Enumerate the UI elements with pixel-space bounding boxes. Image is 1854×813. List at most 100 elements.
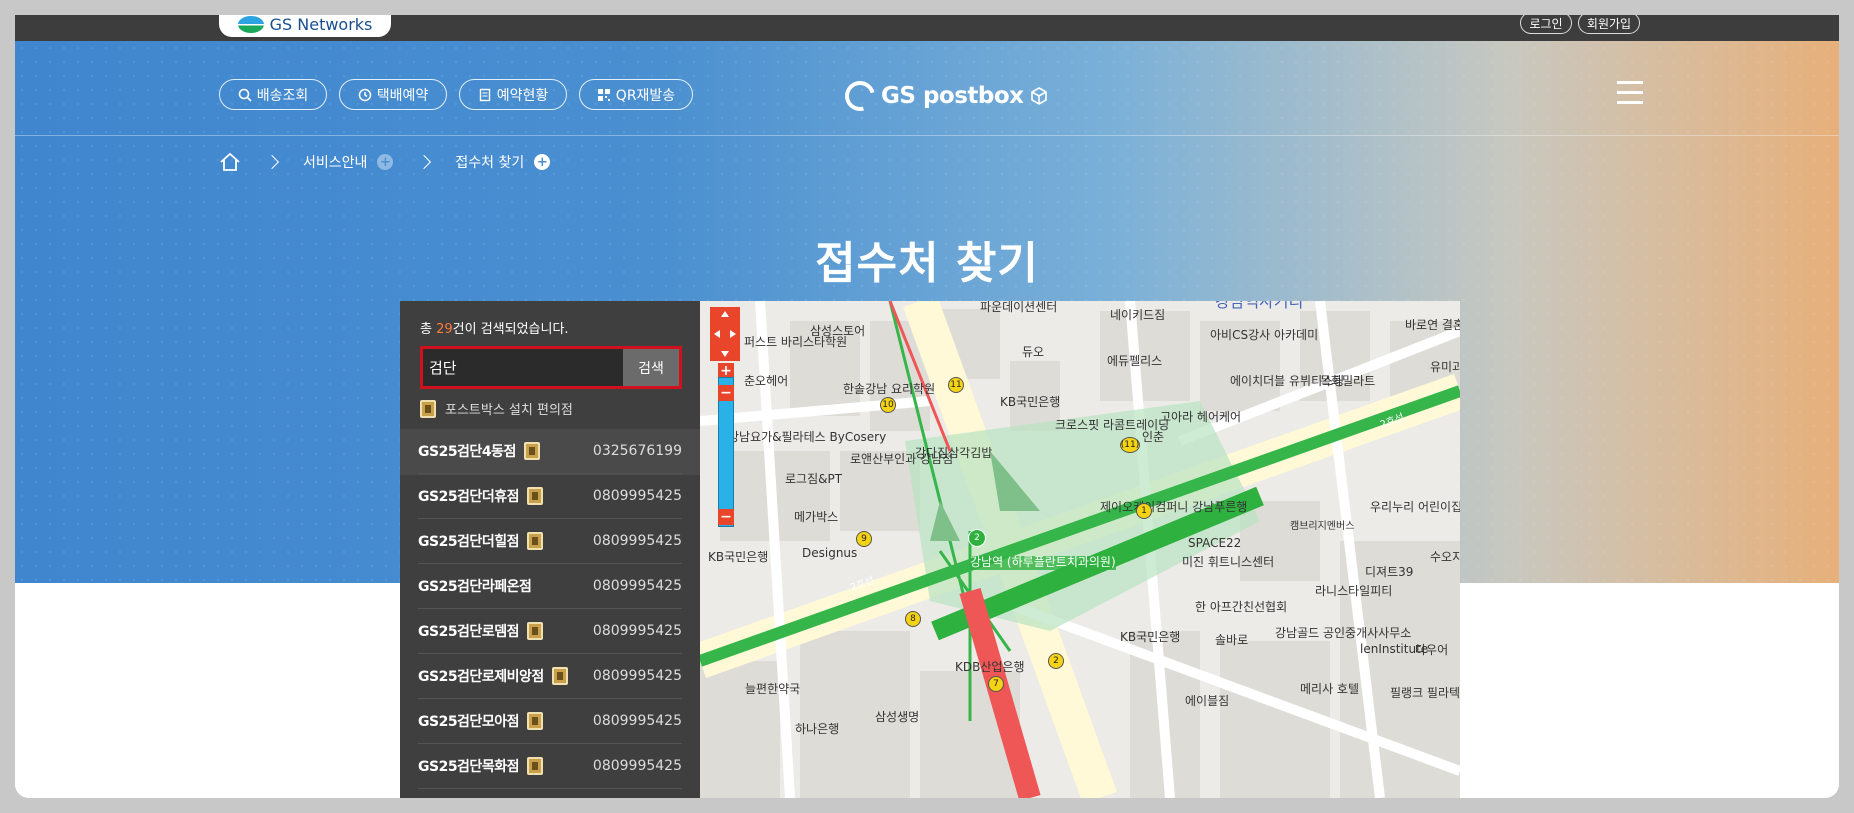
plus-icon[interactable]: + <box>534 154 551 170</box>
store-name-text: GS25검단더휴점 <box>418 489 519 505</box>
map-label: 퍼스트 바리스타학원 <box>744 335 848 349</box>
map-label: SPACE22 <box>1188 536 1242 550</box>
chevron-right-icon <box>417 154 432 170</box>
store-phone: 0809995425 <box>592 623 682 639</box>
store-row[interactable]: GS25검단목화점 0809995425 <box>418 744 682 789</box>
store-row[interactable]: GS25검단4동점 0325676199 <box>418 429 682 474</box>
pan-control[interactable] <box>710 307 740 361</box>
breadcrumb: 서비스안내 + 접수처 찾기 + <box>219 147 551 177</box>
map-label: 제이오케이컴퍼니 강남푸른행 <box>1100 500 1248 514</box>
exit-10-marker[interactable]: 10 <box>880 397 896 413</box>
store-phone: 0809995425 <box>592 488 682 504</box>
map-label: 라니스타일피티 <box>1315 584 1393 598</box>
result-count: 총 29건이 검색되었습니다. <box>420 322 569 337</box>
map-label: 메가박스 <box>794 510 839 524</box>
zoom-handle[interactable]: − <box>718 385 734 401</box>
login-button[interactable]: 로그인 <box>1520 15 1572 34</box>
gs-logo-text: GS Networks <box>269 15 373 34</box>
store-row[interactable]: GS25검단더휴점 0809995425 <box>418 474 682 519</box>
nav-qr-button[interactable]: QR재발송 <box>579 79 693 110</box>
postbox-icon <box>551 667 568 685</box>
store-phone: 0325676199 <box>592 443 682 459</box>
exit-2-marker[interactable]: 2 <box>1048 653 1064 669</box>
nav-label: 택배예약 <box>376 87 429 104</box>
store-phone: 0809995425 <box>592 758 682 774</box>
map-label: 우리누리 어린이집 <box>1370 500 1460 514</box>
map-label: KB국민은행 <box>708 550 769 564</box>
gs-networks-logo[interactable]: GS Networks <box>219 15 391 37</box>
map-label: 바로연 결혼정보 <box>1405 318 1460 332</box>
store-row[interactable]: GS25검단로뎀점 0809995425 <box>418 609 682 654</box>
store-name-text: GS25검단목화점 <box>418 759 519 775</box>
qr-icon <box>597 88 610 101</box>
store-list: GS25검단4동점 0325676199 GS25검단더휴점 0809995425 GS… <box>400 429 700 789</box>
store-name-text: GS25검단모아점 <box>418 714 519 730</box>
exit-8-marker[interactable]: 8 <box>905 611 921 627</box>
map-label: 수오지 <box>1430 550 1460 564</box>
exit-marker[interactable]: (11) <box>1120 437 1140 453</box>
line-2-marker[interactable]: 2 <box>968 529 986 547</box>
store-row[interactable]: GS25검단라페온점 0809995425 <box>418 564 682 609</box>
map-label: Designus <box>802 546 858 560</box>
store-name: GS25검단로제비앙점 <box>418 666 568 686</box>
postbox-icon <box>420 399 436 418</box>
search-button[interactable]: 검색 <box>623 349 679 386</box>
map-label: 하나은행 <box>795 722 840 736</box>
map-label: 아비CS강사 아카데미 <box>1210 328 1319 342</box>
map-label: 필랭크 필라텍스 <box>1390 686 1460 700</box>
chevron-right-icon <box>264 154 280 170</box>
map-label: 파운데이션센터 <box>980 301 1058 314</box>
store-phone: 0809995425 <box>592 713 682 729</box>
plus-icon[interactable]: + <box>377 154 394 170</box>
postbox-icon <box>526 532 543 550</box>
breadcrumb-service[interactable]: 서비스안내 <box>303 152 367 172</box>
store-name: GS25검단4동점 <box>418 441 540 461</box>
store-name: GS25검단더휴점 <box>418 486 543 506</box>
map-label: 늘편한약국 <box>745 682 801 696</box>
map-label: 강남역사거리 <box>1215 301 1304 311</box>
nav-tracking-button[interactable]: 배송조회 <box>219 79 327 110</box>
store-list-panel: 총 29건이 검색되었습니다. 검색 포스트박스 설치 편의점 GS25검단4동… <box>400 301 700 798</box>
browser-viewport: GS Networks 로그인 회원가입 배송조회 택배예약 예약현황 QR재발… <box>15 15 1839 798</box>
exit-7-marker[interactable]: 7 <box>988 676 1004 692</box>
nav-label: 예약현황 <box>496 87 549 104</box>
exit-9-marker[interactable]: 9 <box>856 531 872 547</box>
exit-11-marker[interactable]: 11 <box>948 377 964 393</box>
nav-booking-button[interactable]: 택배예약 <box>339 79 447 110</box>
home-icon[interactable] <box>219 152 241 172</box>
map-label: KB국민은행 <box>1120 630 1181 644</box>
zoom-out-button[interactable]: − <box>718 509 734 525</box>
header-divider <box>15 135 1839 136</box>
join-button[interactable]: 회원가입 <box>1578 15 1640 34</box>
utility-bar: GS Networks 로그인 회원가입 <box>15 15 1839 41</box>
postbox-icon <box>526 712 543 730</box>
map-label: 솔바로 <box>1215 633 1249 647</box>
store-row[interactable]: GS25검단모아점 0809995425 <box>418 699 682 744</box>
map-label: 강다짐삼각김밥 <box>915 446 993 460</box>
postbox-icon <box>526 622 543 640</box>
nav-label: QR재발송 <box>615 87 676 104</box>
store-row[interactable]: GS25검단더힐점 0809995425 <box>418 519 682 564</box>
map-label: 고아라 헤어케어 <box>1160 410 1242 424</box>
map-label: 강남역 (하루플란트치과의원) <box>970 555 1116 570</box>
result-count-number: 29 <box>436 322 453 337</box>
store-row[interactable]: GS25검단로제비앙점 0809995425 <box>418 654 682 699</box>
hamburger-menu-icon[interactable] <box>1617 81 1643 105</box>
breadcrumb-current[interactable]: 접수처 찾기 <box>455 152 524 172</box>
search-input[interactable] <box>423 349 623 386</box>
map-label: 강남골드 공인중개사사무소 <box>1275 626 1412 640</box>
map-label: 다우어 <box>1415 643 1449 657</box>
map-label: KDB산업은행 <box>955 660 1025 674</box>
map-label: 디져트39 <box>1365 565 1414 579</box>
exit-1-marker[interactable]: 1 <box>1136 503 1152 519</box>
box-icon <box>1030 87 1047 105</box>
map-view[interactable]: 파운데이션센터 네이키드짐 강남역사거리 바로연 결혼정보 삼성스토어 퍼스트 … <box>700 301 1460 798</box>
nav-status-button[interactable]: 예약현황 <box>459 79 567 110</box>
postbox-icon <box>526 757 543 775</box>
store-phone: 0809995425 <box>592 578 682 594</box>
map-label: 네이키드짐 <box>1110 308 1166 322</box>
gs-postbox-logo[interactable]: GS postbox <box>839 75 1048 117</box>
map-label: 에듀펠리스 <box>1107 354 1163 368</box>
store-name: GS25검단더힐점 <box>418 531 543 551</box>
store-name-text: GS25검단4동점 <box>418 444 516 460</box>
